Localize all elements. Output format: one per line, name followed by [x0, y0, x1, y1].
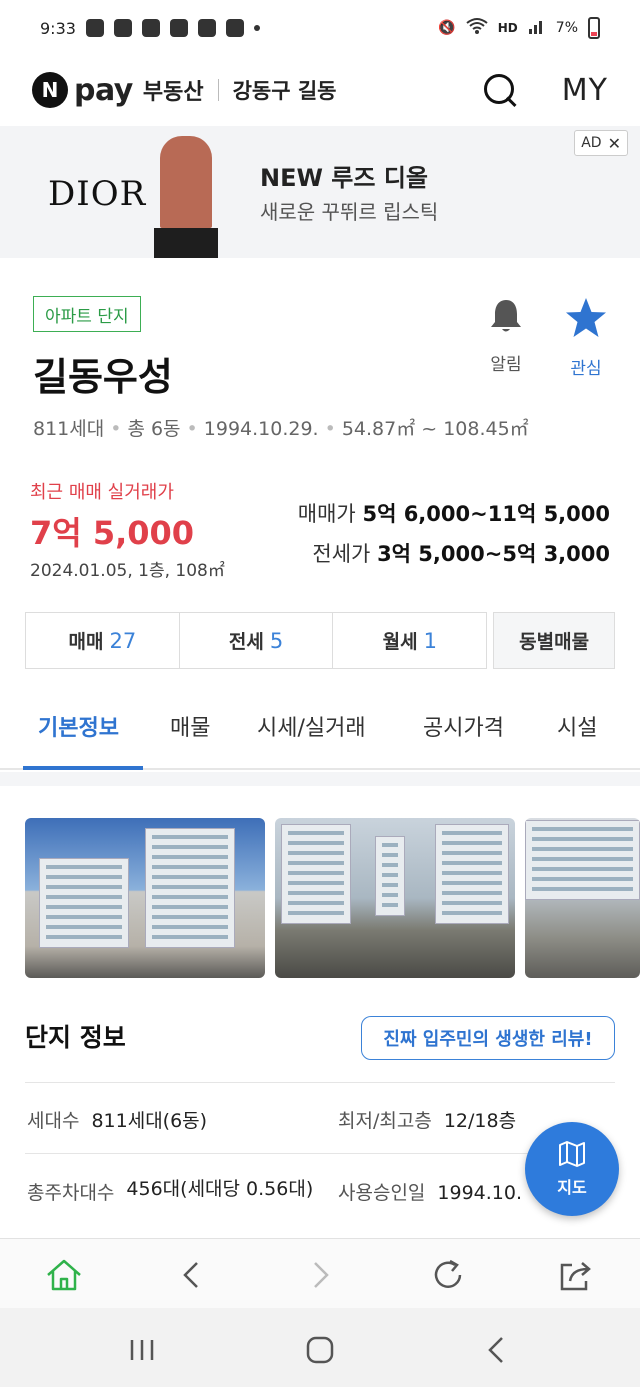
notification-icon	[141, 19, 160, 37]
recent-price-label: 최근 매매 실거래가	[30, 482, 174, 503]
divider	[25, 1082, 615, 1083]
resident-review-button[interactable]: 진짜 입주민의 생생한 리뷰!	[361, 1016, 615, 1060]
tab-listings[interactable]: 매물	[170, 710, 210, 742]
forward-icon[interactable]	[300, 1255, 340, 1295]
back-nav-icon[interactable]	[478, 1330, 518, 1370]
system-navigation-bar	[0, 1308, 640, 1387]
buildings: 총 6동	[127, 418, 181, 440]
deal-tab-sale[interactable]: 매매 27	[25, 612, 180, 669]
more-notifications-icon	[253, 25, 260, 31]
info-approval-date: 사용승인일 1994.10.	[338, 1182, 523, 1204]
ad-banner[interactable]: DIOR NEW 루즈 디올 새로운 꾸뛰르 립스틱 AD ✕	[0, 126, 640, 258]
notification-icon	[113, 19, 132, 37]
content-tabs: 기본정보 매물 시세/실거래 공시가격 시설	[0, 690, 640, 770]
favorite-label: 관심	[570, 359, 602, 379]
bell-icon	[491, 300, 521, 332]
area-range: 54.87㎡ ~ 108.45㎡	[341, 418, 529, 440]
app-header: N pay 부동산 강동구 길동 MY	[0, 56, 640, 124]
recent-price-detail: 2024.01.05, 1층, 108㎡	[30, 561, 225, 581]
deal-tab-jeonse[interactable]: 전세 5	[178, 612, 334, 669]
complex-photo[interactable]	[25, 818, 265, 978]
active-tab-indicator	[23, 766, 143, 770]
notification-icon	[85, 19, 104, 37]
jeonse-price-range: 전세가 3억 5,000~5억 3,000	[312, 538, 610, 568]
info-parking: 총주차대수 456대(세대당 0.56대)	[27, 1178, 314, 1204]
deal-tab-monthly-rent[interactable]: 월세 1	[332, 612, 488, 669]
image-notification-icon	[197, 19, 216, 37]
checkbox-notification-icon	[169, 19, 188, 37]
pay-logo[interactable]: pay	[74, 73, 133, 108]
info-households: 세대수 811세대(6동)	[27, 1110, 208, 1132]
mute-icon: 🔇	[438, 20, 456, 36]
divider	[217, 79, 219, 101]
map-icon	[559, 1141, 585, 1167]
ad-brand-logo: DIOR	[48, 174, 147, 214]
tab-basic-info[interactable]: 기본정보	[38, 710, 119, 742]
recent-price-value: 7억 5,000	[30, 514, 195, 552]
deal-count: 1	[423, 628, 437, 653]
battery-percent: 7%	[555, 20, 578, 36]
alarm-button[interactable]: 알림	[476, 296, 536, 375]
browser-toolbar	[0, 1238, 640, 1308]
jeonse-range: 3억 5,000~5억 3,000	[377, 542, 610, 566]
clock: 9:33	[40, 18, 76, 38]
ad-tag: AD ✕	[574, 130, 628, 156]
share-icon[interactable]	[556, 1255, 596, 1295]
location-label[interactable]: 강동구 길동	[233, 75, 337, 105]
sale-label: 매매가	[297, 502, 356, 526]
star-icon	[566, 298, 606, 337]
alarm-label: 알림	[490, 355, 522, 375]
home-icon[interactable]	[44, 1255, 84, 1295]
ad-subtitle: 새로운 꾸뛰르 립스틱	[260, 200, 439, 224]
naver-logo[interactable]: N	[32, 72, 68, 108]
deal-count: 27	[109, 628, 137, 653]
complex-photo[interactable]	[275, 818, 515, 978]
battery-icon	[588, 17, 600, 39]
sale-range: 5억 6,000~11억 5,000	[362, 502, 610, 526]
tab-official-price[interactable]: 공시가격	[423, 710, 504, 742]
map-button[interactable]: 지도	[525, 1122, 619, 1216]
ad-title: NEW 루즈 디올	[260, 164, 428, 192]
complex-name: 길동우성	[33, 355, 173, 399]
deal-type-tabs: 매매 27 전세 5 월세 1 동별매물	[25, 612, 615, 669]
reload-icon[interactable]	[428, 1255, 468, 1295]
lipstick-image	[152, 136, 220, 258]
wifi-icon	[466, 17, 488, 39]
deal-tab-by-building[interactable]: 동별매물	[493, 612, 615, 669]
ad-close-icon[interactable]: ✕	[608, 134, 621, 153]
approval-date: 1994.10.29.	[203, 418, 319, 440]
status-bar: 9:33 🔇 HD 7%	[0, 0, 640, 56]
back-icon[interactable]	[172, 1255, 212, 1295]
my-button[interactable]: MY	[562, 73, 608, 108]
service-name[interactable]: 부동산	[143, 74, 204, 106]
favorite-button[interactable]: 관심	[556, 296, 616, 379]
households: 811세대	[33, 418, 105, 440]
signal-icon	[528, 17, 546, 39]
jeonse-label: 전세가	[312, 542, 371, 566]
tab-facilities[interactable]: 시설	[557, 710, 597, 742]
sale-price-range: 매매가 5억 6,000~11억 5,000	[298, 498, 610, 528]
search-icon[interactable]	[482, 72, 518, 108]
map-label: 지도	[557, 1178, 587, 1197]
complex-photo[interactable]	[525, 818, 640, 978]
tab-market-price[interactable]: 시세/실거래	[257, 710, 366, 742]
complex-info-title: 단지 정보	[25, 1023, 126, 1052]
home-nav-icon[interactable]	[300, 1330, 340, 1370]
hd-voice-label: HD	[497, 21, 518, 35]
info-floors: 최저/최고층 12/18층	[338, 1110, 517, 1132]
complex-summary: 811세대 • 총 6동 • 1994.10.29. • 54.87㎡ ~ 108.45㎡	[33, 418, 529, 440]
recent-apps-icon[interactable]	[122, 1330, 162, 1370]
category-badge: 아파트 단지	[33, 296, 141, 332]
ad-label: AD	[581, 135, 602, 151]
deal-count: 5	[269, 628, 284, 653]
section-divider	[0, 772, 640, 786]
chat-notification-icon	[225, 19, 244, 37]
